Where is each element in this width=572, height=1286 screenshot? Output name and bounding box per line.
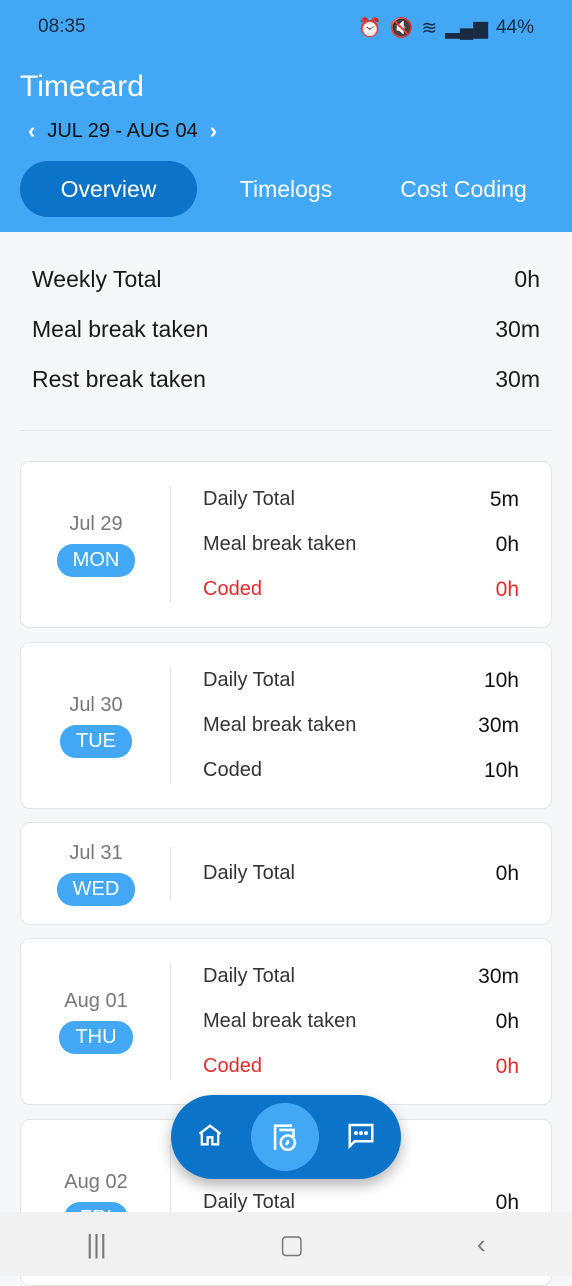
day-row: Daily Total 30m <box>203 964 519 988</box>
summary-row: Rest break taken 30m <box>32 366 540 392</box>
battery-level: 44% <box>495 17 534 38</box>
divider <box>170 847 171 900</box>
day-card[interactable]: Jul 31 WED Daily Total 0h <box>20 822 552 925</box>
summary-row: Weekly Total 0h <box>32 266 540 292</box>
day-row: Meal break taken 0h <box>203 532 519 556</box>
chat-icon[interactable] <box>346 1120 376 1155</box>
day-info: Jul 30 TUE <box>21 643 171 808</box>
weekday-badge: WED <box>56 872 136 906</box>
divider <box>170 963 171 1080</box>
divider <box>20 430 552 431</box>
divider <box>170 486 171 603</box>
home-button-icon[interactable]: ▢ <box>280 1229 305 1260</box>
day-card[interactable]: Jul 29 MON Daily Total 5m Meal break taken 0h… <box>20 461 552 628</box>
day-date: Aug 02 <box>64 1170 128 1193</box>
day-row: Meal break taken 30m <box>203 713 519 737</box>
wifi-icon: ≋ <box>421 17 438 39</box>
day-date: Jul 30 <box>69 693 123 716</box>
tab-cost-coding[interactable]: Cost Coding <box>375 161 552 217</box>
status-bar: 08:35 ⏰ 🔇 ≋ ▂▄▆ 44% <box>38 16 534 40</box>
mute-icon: 🔇 <box>389 18 414 39</box>
day-row: Daily Total 5m <box>203 487 519 511</box>
day-row: Meal break taken 0h <box>203 1009 519 1033</box>
day-row: Daily Total 0h <box>203 861 519 885</box>
back-icon[interactable]: ‹ <box>477 1229 486 1260</box>
signal-icon: ▂▄▆ <box>445 17 488 39</box>
tabs: Overview Timelogs Cost Coding <box>20 161 552 217</box>
header: 08:35 ⏰ 🔇 ≋ ▂▄▆ 44% Timecard ‹ JUL 29 - … <box>0 0 572 232</box>
divider <box>170 667 171 784</box>
day-info: Aug 01 THU <box>21 939 171 1104</box>
home-icon[interactable] <box>196 1121 224 1154</box>
chevron-right-icon[interactable]: › <box>210 118 217 144</box>
day-card[interactable]: Aug 01 THU Daily Total 30m Meal break taken 0… <box>20 938 552 1105</box>
bottom-nav <box>171 1095 401 1179</box>
day-date: Aug 01 <box>64 989 128 1012</box>
week-range: JUL 29 - AUG 04 <box>47 119 198 142</box>
day-date: Jul 31 <box>69 841 123 864</box>
clock: 08:35 <box>38 16 86 37</box>
weekday-badge: THU <box>59 1020 133 1054</box>
tab-overview[interactable]: Overview <box>20 161 197 217</box>
weekly-summary: Weekly Total 0h Meal break taken 30m Rest … <box>32 266 540 416</box>
recents-icon[interactable]: ||| <box>86 1229 106 1260</box>
day-info: Jul 31 WED <box>21 823 171 924</box>
system-nav-bar: ||| ▢ ‹ <box>0 1212 572 1276</box>
timecard-icon[interactable] <box>250 1103 319 1171</box>
day-row: Coded 0h <box>203 577 519 601</box>
day-row: Coded 10h <box>203 758 519 782</box>
weekday-badge: MON <box>56 543 136 577</box>
page-title: Timecard <box>20 70 144 103</box>
chevron-left-icon[interactable]: ‹ <box>28 118 35 144</box>
day-info: Jul 29 MON <box>21 462 171 627</box>
summary-row: Meal break taken 30m <box>32 316 540 342</box>
weekday-badge: TUE <box>60 724 132 758</box>
day-card[interactable]: Jul 30 TUE Daily Total 10h Meal break taken 3… <box>20 642 552 809</box>
day-row: Daily Total 10h <box>203 668 519 692</box>
alarm-icon: ⏰ <box>358 18 382 39</box>
day-row: Coded 0h <box>203 1054 519 1078</box>
week-selector: ‹ JUL 29 - AUG 04 › <box>28 118 217 144</box>
tab-timelogs[interactable]: Timelogs <box>197 161 375 217</box>
day-date: Jul 29 <box>69 512 123 535</box>
